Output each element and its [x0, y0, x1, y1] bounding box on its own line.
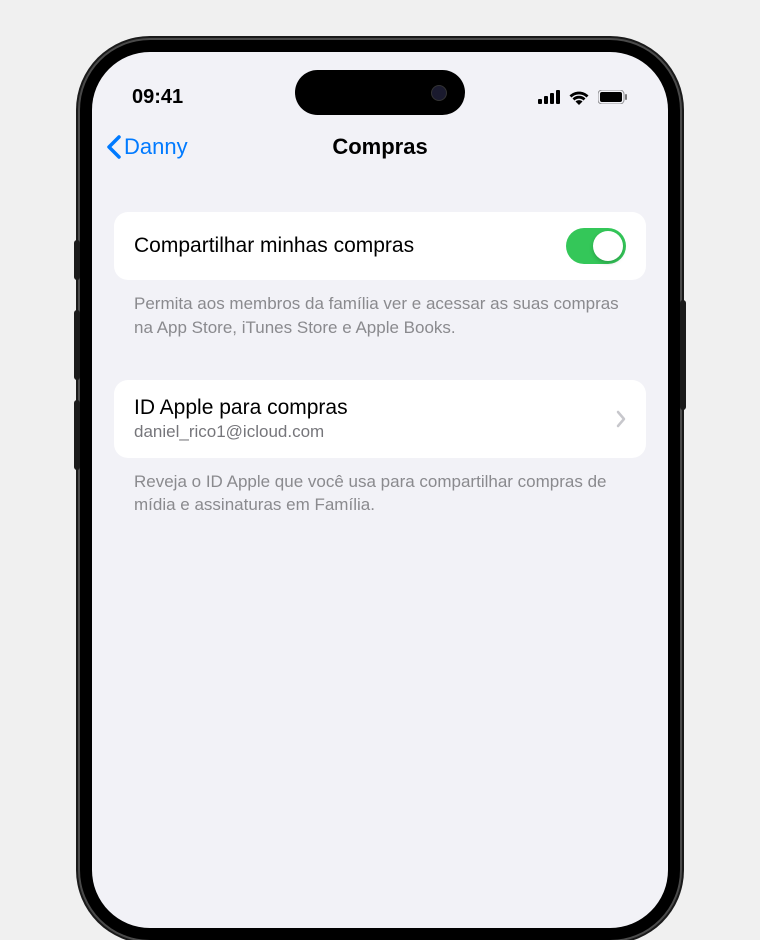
cellular-icon — [538, 90, 560, 104]
status-time: 09:41 — [132, 86, 183, 109]
dynamic-island — [295, 70, 465, 115]
apple-id-label: ID Apple para compras — [134, 396, 606, 420]
back-button[interactable]: Danny — [106, 134, 188, 160]
side-button — [74, 240, 80, 280]
share-purchases-footer: Permita aos membros da família ver e ace… — [114, 280, 646, 340]
page-title: Compras — [332, 134, 427, 160]
share-purchases-label: Compartilhar minhas compras — [134, 234, 414, 258]
apple-id-row[interactable]: ID Apple para compras daniel_rico1@iclou… — [114, 380, 646, 458]
apple-id-footer: Reveja o ID Apple que você usa para comp… — [114, 458, 646, 518]
chevron-right-icon — [616, 410, 626, 428]
share-purchases-section: Compartilhar minhas compras Permita aos … — [114, 212, 646, 340]
chevron-left-icon — [106, 135, 122, 159]
camera-icon — [431, 85, 447, 101]
content: Compartilhar minhas compras Permita aos … — [92, 172, 668, 517]
wifi-icon — [568, 89, 590, 105]
apple-id-text: ID Apple para compras daniel_rico1@iclou… — [134, 396, 606, 442]
battery-icon — [598, 90, 628, 104]
side-button — [74, 400, 80, 470]
navigation-bar: Danny Compras — [92, 122, 668, 172]
share-purchases-row[interactable]: Compartilhar minhas compras — [114, 212, 646, 280]
apple-id-section: ID Apple para compras daniel_rico1@iclou… — [114, 380, 646, 518]
status-icons — [538, 89, 628, 105]
share-purchases-toggle[interactable] — [566, 228, 626, 264]
side-button — [680, 300, 686, 410]
phone-frame: 09:41 — [80, 40, 680, 940]
toggle-knob — [593, 231, 623, 261]
side-button — [74, 310, 80, 380]
back-label: Danny — [124, 134, 188, 160]
apple-id-value: daniel_rico1@icloud.com — [134, 422, 606, 442]
screen: 09:41 — [92, 52, 668, 928]
